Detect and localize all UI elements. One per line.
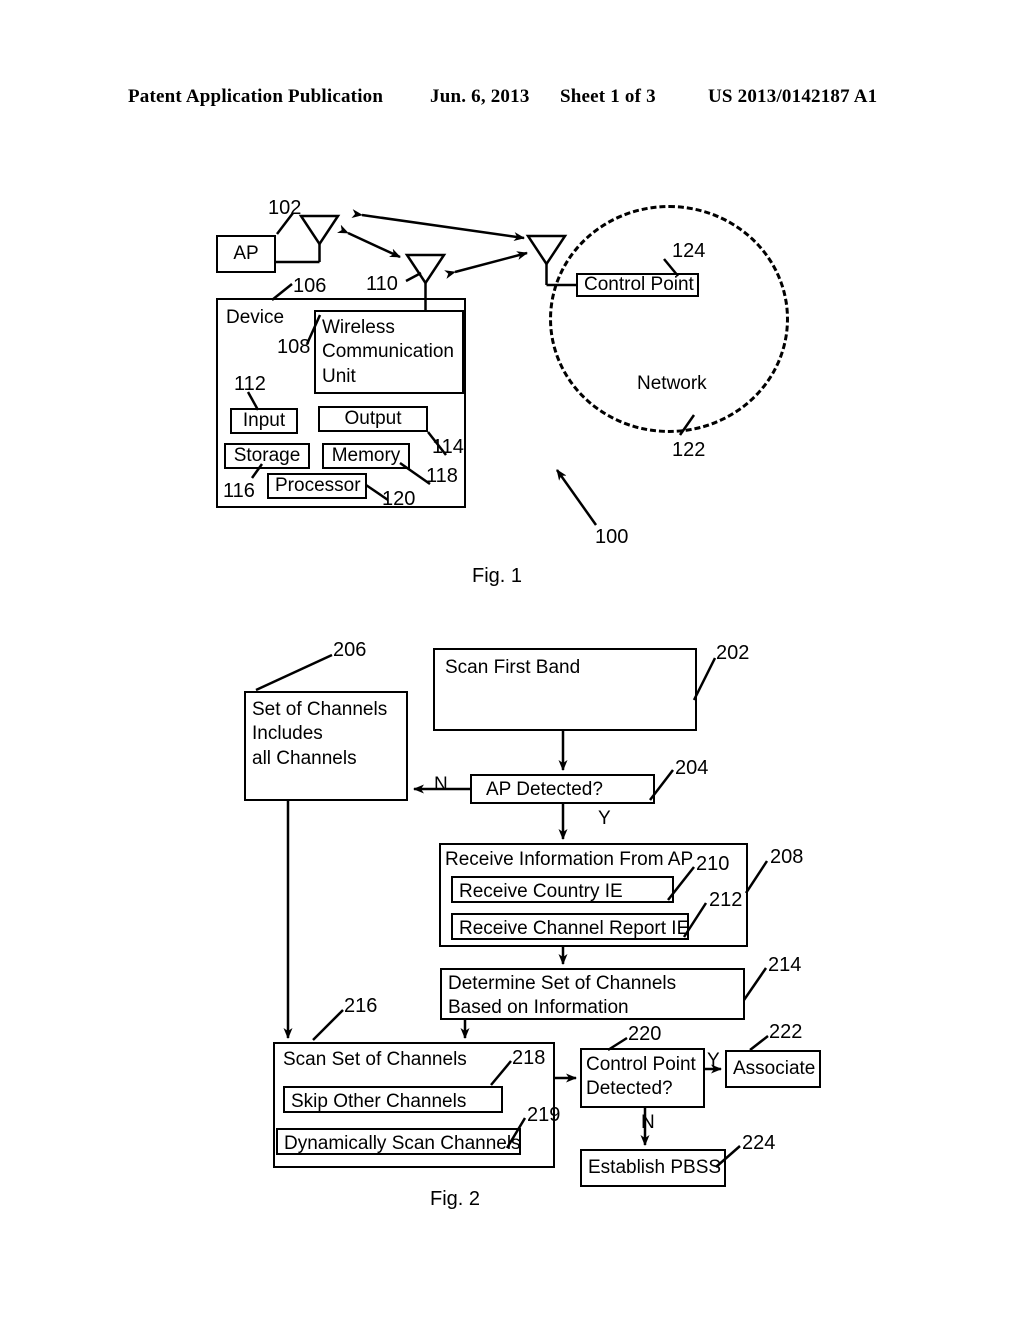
node-ap-detected-label: AP Detected? [486, 779, 603, 800]
node-associate-label: Associate [733, 1057, 816, 1079]
ref-212: 212 [709, 889, 743, 911]
ref-214: 214 [768, 954, 802, 976]
node-control-point-detected: Control Point Detected? [580, 1048, 705, 1108]
ref-224: 224 [742, 1132, 776, 1154]
figure-2-caption: Fig. 2 [430, 1188, 481, 1210]
ref-202: 202 [716, 642, 750, 664]
ref-216: 216 [344, 995, 378, 1017]
ref-222: 222 [769, 1021, 803, 1043]
node-receive-information-label: Receive Information From AP [445, 849, 694, 870]
ref-210: 210 [696, 853, 730, 875]
node-establish-pbss-label: Establish PBSS [588, 1156, 722, 1178]
node-determine-set-of-channels-label: Determine Set of Channels Based on Infor… [448, 973, 677, 1019]
node-ap-detected: AP Detected? [470, 774, 655, 804]
edge-label-ap-detected-yes: Y [598, 808, 611, 829]
ref-204: 204 [675, 757, 709, 779]
node-dynamically-scan-channels-label: Dynamically Scan Channels [284, 1133, 521, 1154]
node-determine-set-of-channels: Determine Set of Channels Based on Infor… [440, 968, 745, 1020]
node-skip-other-channels: Skip Other Channels [283, 1086, 503, 1113]
node-skip-other-channels-label: Skip Other Channels [291, 1091, 467, 1112]
ref-218: 218 [512, 1047, 546, 1069]
ref-220: 220 [628, 1023, 662, 1045]
node-establish-pbss: Establish PBSS [580, 1149, 726, 1187]
node-receive-country-ie-label: Receive Country IE [459, 881, 623, 902]
node-receive-channel-report-ie: Receive Channel Report IE [451, 913, 689, 940]
figure-2: Scan First Band AP Detected? Set of Chan… [0, 0, 1024, 1320]
node-scan-set-of-channels-label: Scan Set of Channels [283, 1049, 467, 1070]
node-scan-first-band: Scan First Band [433, 648, 697, 731]
node-receive-channel-report-ie-label: Receive Channel Report IE [459, 918, 690, 939]
node-associate: Associate [725, 1050, 821, 1088]
edge-label-cp-detected-yes: Y [707, 1050, 720, 1071]
node-scan-first-band-label: Scan First Band [445, 657, 581, 678]
node-receive-country-ie: Receive Country IE [451, 876, 674, 903]
node-dynamically-scan-channels: Dynamically Scan Channels [276, 1128, 521, 1155]
ref-208: 208 [770, 846, 804, 868]
edge-label-cp-detected-no: N [641, 1112, 655, 1133]
node-set-of-channels-label: Set of Channels Includes all Channels [252, 699, 388, 769]
node-control-point-detected-label: Control Point Detected? [586, 1054, 696, 1100]
edge-label-ap-detected-no: N [434, 774, 448, 795]
node-set-of-channels: Set of Channels Includes all Channels [244, 691, 408, 801]
ref-219: 219 [527, 1104, 561, 1126]
ref-206: 206 [333, 639, 367, 661]
